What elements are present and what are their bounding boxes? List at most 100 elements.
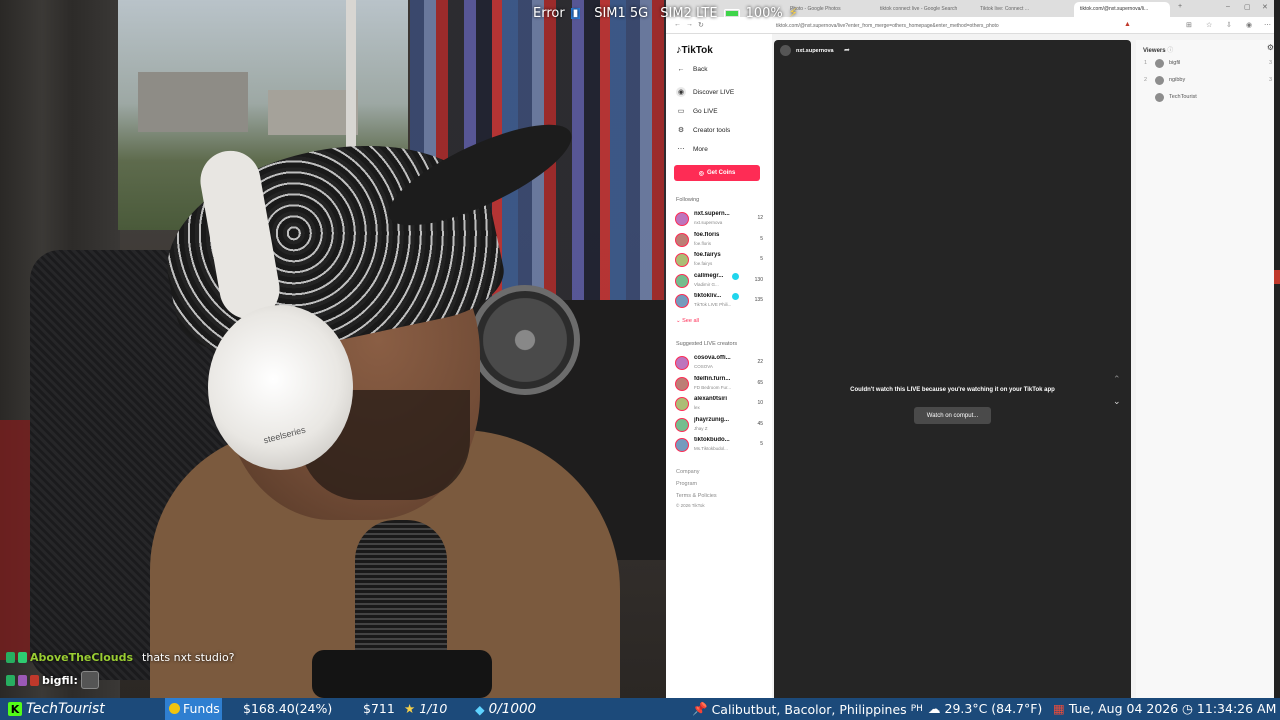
- stars-counter: ★ 1/10: [404, 701, 448, 716]
- location-text: 📌 Calibutbut, Bacolor, Philippines PH: [692, 701, 923, 717]
- headset-earcup: steelseries: [208, 305, 353, 470]
- nav-more[interactable]: ⋯ More: [676, 144, 708, 154]
- avatar: [1155, 58, 1164, 68]
- following-account[interactable]: nxt.supern... nxt.supernova 12: [675, 210, 765, 229]
- viewer-count: 130: [754, 276, 763, 283]
- nav-go-live[interactable]: ▭ Go LIVE: [676, 106, 718, 116]
- cash-value: $711: [363, 701, 395, 716]
- account-handle: foe.fairys: [694, 261, 713, 266]
- menu-icon[interactable]: ⋯: [1264, 21, 1271, 29]
- bookmark-icon[interactable]: ☆: [1206, 21, 1212, 29]
- host-info[interactable]: nxt.supernova: [780, 45, 834, 56]
- chat-message: bigfil:: [6, 671, 99, 689]
- tiktok-sidebar: ♪TikTok ← Back ◉ Discover LIVE ▭ Go LIVE ⚙ C…: [666, 34, 772, 698]
- badge-icon: [30, 674, 39, 686]
- account-name: fdelfin.furn...: [694, 375, 731, 382]
- sim2-text: SIM2 LTE: [660, 5, 718, 21]
- viewer-count: 135: [754, 297, 763, 303]
- back-icon[interactable]: ←: [674, 21, 681, 28]
- viewer-row[interactable]: 2 ngibby 3: [1144, 74, 1272, 86]
- host-name: nxt.supernova: [796, 47, 834, 54]
- viewer-count: 10: [757, 400, 763, 406]
- discover-icon: ◉: [676, 87, 686, 97]
- extensions-icon[interactable]: ⊞: [1186, 21, 1192, 29]
- avatar: [780, 45, 791, 56]
- tiktok-logo[interactable]: ♪TikTok: [676, 44, 713, 56]
- back-link[interactable]: ← Back: [676, 64, 708, 74]
- channel-name: K TechTourist: [8, 701, 105, 717]
- account-handle: Jhay Z: [694, 425, 708, 431]
- chat-text: thats nxt studio?: [142, 651, 235, 664]
- nav-creator-tools[interactable]: ⚙ Creator tools: [676, 125, 730, 135]
- following-account[interactable]: foe.floris foe.floris 5: [675, 231, 765, 250]
- error-text: Error: [533, 5, 565, 21]
- get-coins-button[interactable]: ◎ Get Coins: [674, 165, 760, 181]
- profile-icon[interactable]: ◉: [1246, 21, 1252, 29]
- share-icon[interactable]: ➦: [844, 46, 850, 54]
- chevron-up-icon[interactable]: ⌃: [1113, 374, 1121, 385]
- url-field[interactable]: tiktok.com/@nxt.supernova/live?enter_fro…: [776, 20, 1206, 31]
- close-icon[interactable]: ✕: [1262, 3, 1268, 11]
- building: [138, 72, 248, 132]
- browser-window: Photo - Google Photos tiktok connect liv…: [666, 0, 1280, 698]
- building: [268, 90, 358, 135]
- date-text: ▦ Tue, Aug 04 2026: [1053, 701, 1179, 716]
- viewer-count: 22: [757, 359, 763, 365]
- webcam-feed: steelseries: [0, 0, 666, 698]
- clock-icon: ◷: [1182, 701, 1193, 716]
- suggested-account[interactable]: jhayrzunig... Jhay Z 45: [675, 416, 765, 435]
- battery-icon: [723, 8, 740, 18]
- weather-text: ☁ 29.3°C (84.7°F): [928, 701, 1043, 716]
- see-all-link[interactable]: ⌄ See all: [676, 318, 699, 324]
- battery-text: 100%: [745, 5, 783, 21]
- following-heading: Following: [676, 197, 700, 203]
- settings-icon[interactable]: ⚙: [1267, 43, 1274, 52]
- suggested-account[interactable]: cosova.offi... COSOVA 22: [675, 354, 765, 373]
- phone-status-bar: Error ▮ SIM1 5G SIM2 LTE 100% ⚡: [533, 4, 798, 22]
- viewer-count: 45: [757, 420, 763, 427]
- kick-logo-icon: K: [8, 702, 22, 716]
- browser-tab[interactable]: Tiktok live: Connect ...: [974, 2, 1070, 17]
- avatar: [675, 294, 689, 308]
- viewer-count: 65: [757, 379, 763, 386]
- sim1-text: SIM1 5G: [594, 5, 649, 21]
- warning-icon[interactable]: ▲: [1124, 21, 1131, 28]
- browser-tab[interactable]: tiktok connect live - Google Search: [874, 2, 970, 17]
- camera-icon: ▭: [677, 108, 685, 115]
- nav-discover-live[interactable]: ◉ Discover LIVE: [676, 87, 734, 97]
- arrow-left-icon: ←: [677, 65, 685, 73]
- viewer-row[interactable]: TechTourist: [1144, 91, 1272, 103]
- viewer-score: 3: [1268, 77, 1272, 83]
- avatar: [675, 273, 689, 288]
- time-text: ◷ 11:34:26 AM: [1182, 701, 1277, 716]
- suggested-account[interactable]: tiktokbudo... Ms.Tiktokbudol... 5: [675, 436, 765, 455]
- cloud-icon: ☁: [928, 701, 941, 716]
- footer-program[interactable]: Program: [676, 481, 697, 487]
- viewer-name: ngibby: [1169, 77, 1186, 83]
- footer-company[interactable]: Company: [676, 469, 700, 475]
- viewer-row[interactable]: 1 bigfil 3: [1144, 57, 1272, 69]
- suggested-account[interactable]: fdelfin.furn... FD Bedroom Fur... 65: [675, 375, 765, 394]
- avatar: [1155, 92, 1164, 102]
- download-icon[interactable]: ⇩: [1226, 21, 1232, 29]
- following-account[interactable]: tiktokliv... TikTok LIVE Phili... 135: [675, 292, 765, 311]
- screen-edge: [1274, 0, 1280, 698]
- footer-terms[interactable]: Terms & Policies: [676, 493, 717, 499]
- badge-icon: [18, 652, 27, 663]
- new-tab-icon[interactable]: +: [1178, 3, 1182, 10]
- chat-message: AboveTheClouds thats nxt studio?: [6, 651, 235, 664]
- reload-icon[interactable]: ↻: [698, 21, 704, 29]
- forward-icon[interactable]: →: [686, 21, 693, 28]
- viewers-panel: Viewers ⓘ ⚙ 1 bigfil 3 2 ngibby 3 TechTourist: [1136, 40, 1280, 698]
- following-account[interactable]: callmegr... Vladimir G... 130: [675, 272, 765, 291]
- suggested-heading: Suggested LIVE creators: [676, 341, 738, 347]
- calendar-icon: ▦: [1053, 701, 1065, 716]
- chevron-down-icon[interactable]: ⌄: [1113, 396, 1121, 407]
- suggested-account[interactable]: alexan0tsiri lex 10: [675, 395, 765, 414]
- maximize-icon[interactable]: ▢: [1244, 3, 1251, 11]
- minimize-icon[interactable]: –: [1226, 3, 1230, 10]
- watch-on-computer-button[interactable]: Watch on comput...: [914, 407, 991, 424]
- viewer-score: 3: [1268, 60, 1272, 66]
- browser-tab-active[interactable]: tiktok.com/@nxt.supernova/li...: [1074, 2, 1170, 17]
- following-account[interactable]: foe.fairys foe.fairys 5: [675, 251, 765, 270]
